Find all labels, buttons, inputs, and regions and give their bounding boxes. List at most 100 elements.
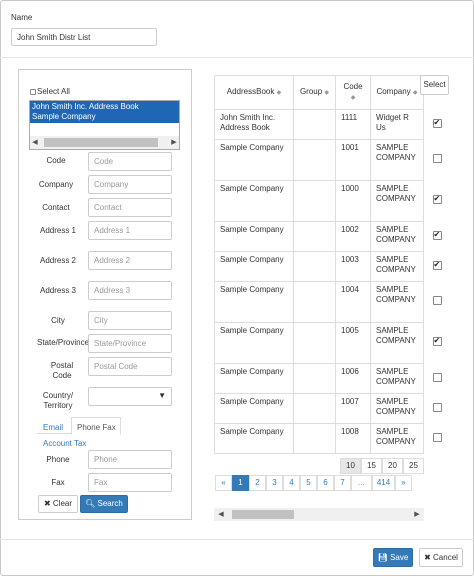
phone-input[interactable] xyxy=(88,450,172,469)
row-select-checkbox[interactable] xyxy=(432,402,442,412)
page-size-option[interactable]: 25 xyxy=(403,458,424,474)
row-select-checkbox[interactable] xyxy=(432,194,442,204)
table-row[interactable]: Sample Company 1005 SAMPLE COMPANY xyxy=(214,322,451,364)
address3-label: Address 3 xyxy=(39,286,77,295)
address3-input[interactable] xyxy=(88,281,172,300)
address1-label: Address 1 xyxy=(39,226,77,235)
company-label: Company xyxy=(38,180,74,189)
row-select-checkbox[interactable] xyxy=(432,154,442,163)
table-cell: SAMPLE COMPANY xyxy=(370,139,424,181)
col-code[interactable]: Code ◆ xyxy=(335,75,371,110)
table-cell xyxy=(293,221,336,252)
row-select-checkbox[interactable] xyxy=(432,336,442,346)
row-select-checkbox[interactable] xyxy=(432,372,442,382)
contact-label: Contact xyxy=(42,203,70,212)
table-cell: 1005 xyxy=(335,322,371,364)
address-book-list[interactable]: John Smith Inc. Address Book Sample Comp… xyxy=(29,100,180,150)
contact-input[interactable] xyxy=(88,198,172,217)
pagination-link[interactable]: » xyxy=(395,475,412,491)
col-addressbook[interactable]: AddressBook ◆ xyxy=(214,75,294,110)
scroll-left-icon[interactable]: ◀ xyxy=(30,136,40,149)
table-cell: SAMPLE COMPANY xyxy=(370,322,424,364)
table-row[interactable]: Sample Company 1003 SAMPLE COMPANY xyxy=(214,251,451,282)
table-row[interactable]: Sample Company 1008 SAMPLE COMPANY xyxy=(214,423,451,454)
tab-account-tax[interactable]: Account Tax xyxy=(43,439,86,449)
table-cell xyxy=(293,281,336,323)
table-cell: Widget R Us xyxy=(370,109,424,140)
table-row[interactable]: Sample Company 1007 SAMPLE COMPANY xyxy=(214,393,451,424)
table-cell xyxy=(293,423,336,454)
clear-button[interactable]: ✖ Clear xyxy=(38,495,78,513)
table-row[interactable]: Sample Company 1001 SAMPLE COMPANY xyxy=(214,139,451,181)
address2-input[interactable] xyxy=(88,251,172,270)
list-item[interactable]: John Smith Inc. Address Book Sample Comp… xyxy=(30,101,179,123)
save-button[interactable]: 💾︎ Save xyxy=(373,548,413,567)
company-input[interactable] xyxy=(88,175,172,194)
table-row[interactable]: Sample Company 1000 SAMPLE COMPANY xyxy=(214,180,451,222)
col-company[interactable]: Company ◆ xyxy=(370,75,424,110)
table-cell: 1002 xyxy=(335,221,371,252)
scroll-thumb[interactable] xyxy=(44,138,158,147)
select-all-checkbox[interactable] xyxy=(30,88,36,95)
page-size-option[interactable]: 15 xyxy=(361,458,382,474)
pagination-link[interactable]: 3 xyxy=(266,475,283,491)
pagination-link[interactable]: 7 xyxy=(334,475,351,491)
cancel-button[interactable]: ✖ Cancel xyxy=(419,548,463,567)
state-input[interactable] xyxy=(88,334,172,353)
pagination-link[interactable]: 2 xyxy=(249,475,266,491)
page-size-option[interactable]: 20 xyxy=(382,458,403,474)
pagination-link[interactable]: 4 xyxy=(283,475,300,491)
search-button[interactable]: 🔍︎ Search xyxy=(80,495,128,513)
tab-phone-fax[interactable]: Phone Fax xyxy=(77,423,116,433)
table-cell: Sample Company xyxy=(214,180,294,222)
city-input[interactable] xyxy=(88,311,172,330)
table-cell: Sample Company xyxy=(214,322,294,364)
save-label: Save xyxy=(390,553,409,562)
table-cell: 1004 xyxy=(335,281,371,323)
address1-input[interactable] xyxy=(88,221,172,240)
grid-hscrollbar[interactable]: ◀ ▶ xyxy=(214,508,424,521)
table-cell: Sample Company xyxy=(214,221,294,252)
fax-label: Fax xyxy=(51,478,65,487)
table-cell: 1003 xyxy=(335,251,371,282)
row-select-checkbox[interactable] xyxy=(432,260,442,270)
pagination-link[interactable]: 6 xyxy=(317,475,334,491)
row-select-checkbox[interactable] xyxy=(432,296,442,305)
table-cell: Sample Company xyxy=(214,423,294,454)
table-row[interactable]: John Smith Inc. Address Book 1111 Widget R… xyxy=(214,109,451,140)
close-icon: ✖ xyxy=(43,499,51,508)
row-select-checkbox[interactable] xyxy=(432,230,442,240)
list-hscrollbar[interactable]: ◀ ▶ xyxy=(30,136,179,149)
scroll-right-icon[interactable]: ▶ xyxy=(169,136,179,149)
table-row[interactable]: Sample Company 1004 SAMPLE COMPANY xyxy=(214,281,451,323)
name-input[interactable] xyxy=(11,28,157,46)
scroll-left-icon[interactable]: ◀ xyxy=(216,508,226,521)
table-row[interactable]: Sample Company 1002 SAMPLE COMPANY xyxy=(214,221,451,252)
sort-icon: ◆ xyxy=(412,90,418,96)
row-select-checkbox[interactable] xyxy=(432,118,442,128)
table-cell xyxy=(293,109,336,140)
tab-email[interactable]: Email xyxy=(43,423,63,433)
table-cell: Sample Company xyxy=(214,281,294,323)
code-input[interactable] xyxy=(88,152,172,171)
scroll-right-icon[interactable]: ▶ xyxy=(412,508,422,521)
pagination-link[interactable]: « xyxy=(215,475,232,491)
scroll-thumb[interactable] xyxy=(232,510,294,519)
fax-input[interactable] xyxy=(88,473,172,492)
pagination-link[interactable]: 414 xyxy=(372,475,395,491)
clear-label: Clear xyxy=(52,499,73,508)
page-size-option[interactable]: 10 xyxy=(340,458,361,474)
col-group[interactable]: Group ◆ xyxy=(293,75,336,110)
row-select-checkbox[interactable] xyxy=(432,432,442,442)
select-button[interactable]: Select xyxy=(420,75,449,95)
cancel-label: Cancel xyxy=(433,553,458,562)
pagination-link[interactable]: 1 xyxy=(232,475,249,491)
postal-code-input[interactable] xyxy=(88,357,172,376)
postal-code-label: Postal Code xyxy=(50,361,74,380)
table-row[interactable]: Sample Company 1006 SAMPLE COMPANY xyxy=(214,363,451,394)
select-all[interactable]: Select All xyxy=(30,87,70,96)
country-select[interactable]: ▼ xyxy=(88,387,172,406)
list-item-label: John Smith Inc. Address Book xyxy=(32,102,139,111)
table-cell: 1006 xyxy=(335,363,371,394)
pagination-link[interactable]: 5 xyxy=(300,475,317,491)
